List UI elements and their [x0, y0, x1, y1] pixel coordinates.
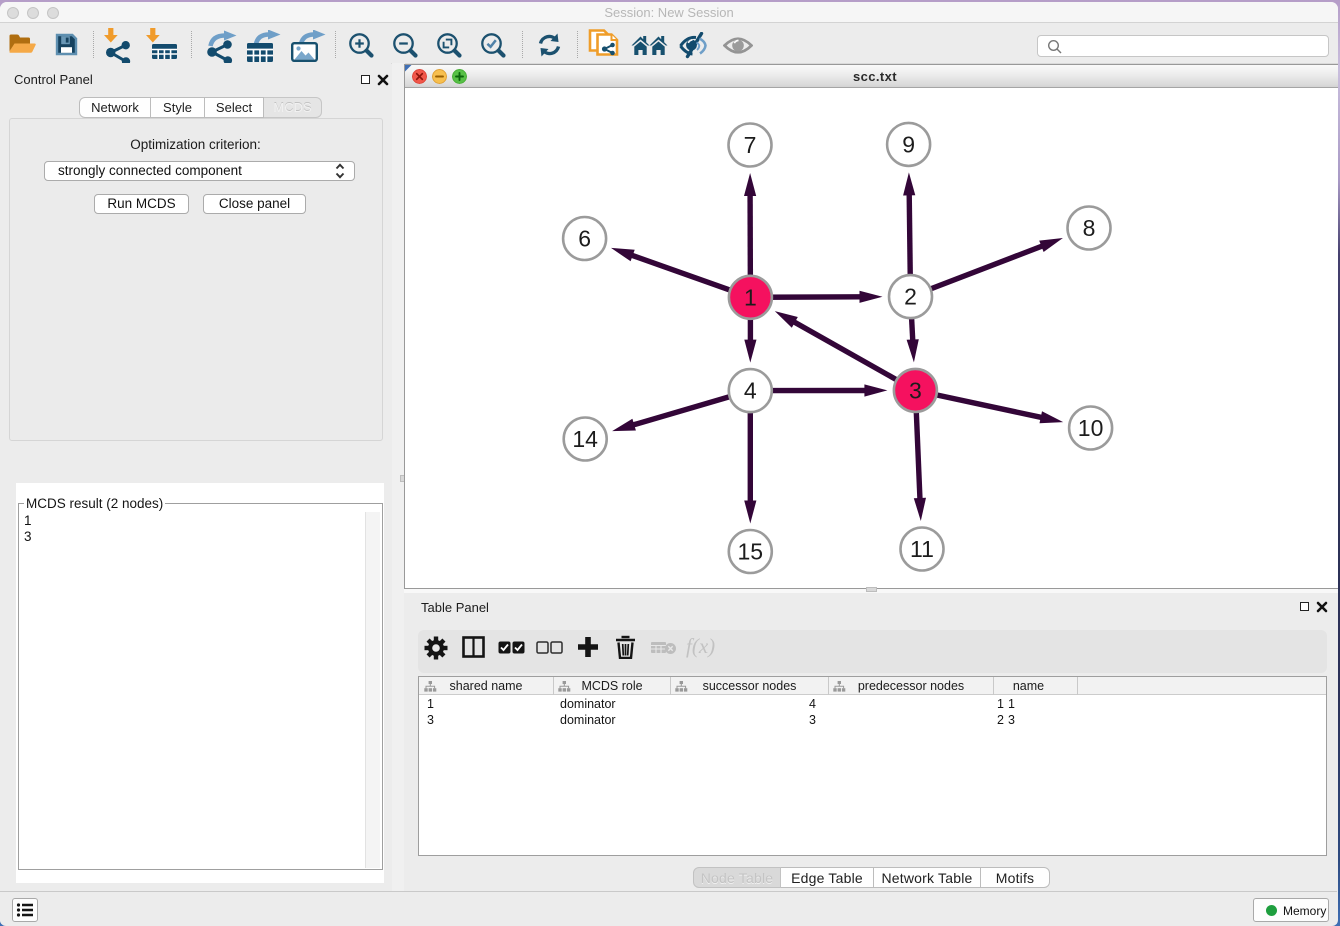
svg-text:9: 9: [902, 131, 915, 157]
svg-text:2: 2: [904, 284, 917, 310]
svg-text:4: 4: [744, 378, 757, 404]
svg-text:11: 11: [910, 536, 934, 562]
svg-text:6: 6: [578, 226, 591, 252]
svg-text:1: 1: [744, 284, 757, 310]
svg-text:10: 10: [1078, 415, 1104, 441]
svg-text:15: 15: [738, 539, 764, 565]
svg-text:14: 14: [572, 426, 598, 452]
svg-text:3: 3: [909, 377, 922, 403]
svg-text:7: 7: [744, 132, 757, 158]
svg-text:8: 8: [1083, 215, 1096, 241]
